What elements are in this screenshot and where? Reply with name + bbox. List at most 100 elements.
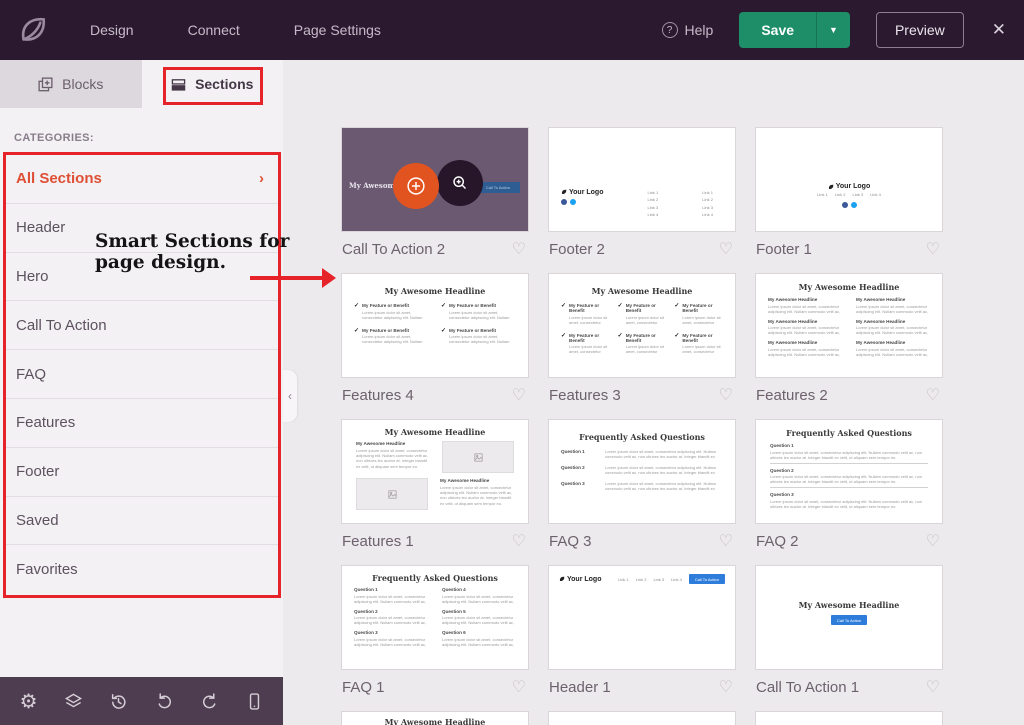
feature-item: ✓ My Feature or Benefit Lorem ipsum dolor …	[674, 333, 723, 356]
question-title: Question 6	[442, 630, 466, 635]
favorite-heart-icon[interactable]: ♡	[719, 533, 733, 550]
template-thumbnail[interactable]: Frequently Asked Questions Question 1 Lore…	[548, 419, 736, 524]
sidebar-category-all-sections[interactable]: All Sections ›	[6, 155, 278, 204]
close-icon[interactable]: ✕	[990, 16, 1008, 44]
feature-body: My Feature or Benefit Lorem ipsum dolor s…	[682, 333, 723, 356]
mini-faq-title: Frequently Asked Questions	[372, 573, 498, 583]
lorem-text: Lorem ipsum dolor sit amet, consectetur …	[605, 465, 716, 476]
placeholder-text: Lorem ipsum dolor sit amet, consectetur …	[442, 615, 516, 626]
template-thumbnail[interactable]: My Awesome HeadlineCall To Action	[341, 127, 529, 232]
category-label: Features	[16, 414, 76, 432]
feature-body: My Feature or Benefit Lorem ipsum dolor s…	[569, 333, 610, 356]
placeholder-text: Lorem ipsum dolor sit amet, consectetur …	[770, 474, 928, 484]
top-bar: Design Connect Page Settings ? Help Save ▼…	[0, 0, 1024, 60]
mobile-icon[interactable]	[242, 689, 266, 713]
preview-button[interactable]: Preview	[875, 12, 964, 48]
sidebar-category-footer[interactable]: Footer	[6, 448, 278, 497]
favorite-heart-icon[interactable]: ♡	[719, 387, 733, 404]
lorem-text: Lorem ipsum dolor sit amet, consectetur …	[770, 498, 923, 509]
image-placeholder	[356, 478, 428, 510]
favorite-heart-icon[interactable]: ♡	[926, 241, 940, 258]
undo-icon[interactable]	[152, 689, 176, 713]
mini-logo-text: Your Logo	[835, 183, 871, 190]
feature-title: My Feature or Benefit	[449, 327, 496, 333]
template-thumbnail[interactable]: My Awesome Headline ✓ My Feature or Benefi…	[341, 273, 529, 378]
template-thumbnail[interactable]: My Awesome Headline My Awesome Headline Lo…	[755, 273, 943, 378]
card-label-row: Features 2 ♡	[755, 386, 943, 405]
placeholder-text: Lorem ipsum dolor sit amet, consectetur …	[768, 347, 842, 358]
template-thumbnail[interactable]: My Awesome Headline My Awesome Headline Lo…	[341, 419, 529, 524]
placeholder-text: Lorem ipsum dolor sit amet, consectetur …	[682, 315, 723, 326]
question-title: Question 1	[354, 587, 378, 592]
mini-link: Link 2	[702, 197, 713, 203]
layers-icon[interactable]	[62, 689, 86, 713]
template-thumbnail[interactable]: Your Logo Link 1 Link 2 Link 3 Link 4 Call To…	[548, 565, 736, 670]
favorite-heart-icon[interactable]: ♡	[512, 679, 526, 696]
template-name: FAQ 1	[342, 679, 385, 696]
zoom-preview-button[interactable]	[437, 160, 483, 206]
favorite-heart-icon[interactable]: ♡	[512, 241, 526, 258]
favorite-heart-icon[interactable]: ♡	[926, 533, 940, 550]
redo-icon[interactable]	[197, 689, 221, 713]
mini-link: Link 1	[702, 189, 713, 195]
feature-title: My Awesome Headline	[768, 340, 818, 345]
sidebar-category-favorites[interactable]: Favorites	[6, 545, 278, 594]
tab-blocks[interactable]: Blocks	[0, 60, 142, 108]
mini-headline: My Awesome Headline	[384, 717, 486, 725]
lorem-text: Lorem ipsum dolor sit amet, consectetur …	[625, 314, 665, 326]
card-label-row: Features 1 ♡	[341, 532, 529, 551]
placeholder-text: Lorem ipsum dolor sit amet, consectetur …	[626, 315, 667, 326]
template-thumbnail[interactable]: Frequently Asked Questions Question 1 Lore…	[341, 565, 529, 670]
link-column: Link 1 Link 2 Link 3 Link 4	[702, 189, 713, 219]
favorite-heart-icon[interactable]: ♡	[719, 679, 733, 696]
template-thumbnail[interactable]: Frequently Asked Questions Question 1 Lore…	[755, 419, 943, 524]
feature-body: My Feature or Benefit Lorem ipsum dolor s…	[569, 303, 610, 326]
mini-link: Link 1	[618, 576, 629, 582]
feature-item: ✓ My Feature or Benefit Lorem ipsum dolor …	[354, 303, 429, 321]
favorite-heart-icon[interactable]: ♡	[512, 387, 526, 404]
template-card-faq-1: Frequently Asked Questions Question 1 Lore…	[341, 565, 529, 697]
template-thumbnail[interactable]: My Awesome Headline ✓ My Feature or Benefi…	[548, 273, 736, 378]
sidebar-category-call-to-action[interactable]: Call To Action	[6, 301, 278, 351]
favorite-heart-icon[interactable]: ♡	[512, 533, 526, 550]
question-title: Question 1	[561, 449, 585, 454]
template-thumbnail[interactable]: My Awesome Headline	[341, 711, 529, 725]
facebook-icon	[561, 198, 567, 205]
template-thumbnail[interactable]	[755, 711, 943, 725]
feature-body: My Feature or Benefit Lorem ipsum dolor s…	[626, 333, 667, 356]
placeholder-text: Lorem ipsum dolor sit amet, consectetur …	[770, 450, 928, 460]
save-button[interactable]: Save	[739, 12, 817, 48]
settings-icon[interactable]: ⚙	[17, 689, 41, 713]
add-section-button[interactable]	[393, 163, 439, 209]
feature-title: My Feature or Benefit	[682, 332, 713, 343]
placeholder-text: Lorem ipsum dolor sit amet, consectetur …	[442, 594, 516, 605]
help-button[interactable]: ? Help	[661, 22, 713, 38]
template-thumbnail[interactable]: Your Logo Link 1 Link 2 Link 3 Link 4 Link 1L…	[548, 127, 736, 232]
mini-link: Link 1	[817, 192, 828, 197]
history-icon[interactable]	[107, 689, 131, 713]
feature-text-block: My Awesome Headline Lorem ipsum dolor sit…	[856, 340, 930, 358]
save-dropdown-caret[interactable]: ▼	[816, 12, 850, 48]
categories-list: All Sections › Header Hero Call To Action FAQ…	[3, 152, 281, 598]
template-thumbnail[interactable]	[548, 711, 736, 725]
template-thumbnail[interactable]: Your Logo Link 1 Link 2 Link 3 Link 4	[755, 127, 943, 232]
sidebar-category-saved[interactable]: Saved	[6, 497, 278, 546]
template-name: Features 4	[342, 387, 414, 404]
sidebar-category-faq[interactable]: FAQ	[6, 350, 278, 399]
top-nav-page-settings[interactable]: Page Settings	[294, 22, 381, 38]
template-card-template: My Awesome Headline	[341, 711, 529, 725]
card-label-row: FAQ 1 ♡	[341, 678, 529, 697]
template-thumbnail[interactable]: My Awesome HeadlineCall To Action	[755, 565, 943, 670]
card-label-row: FAQ 2 ♡	[755, 532, 943, 551]
tab-sections[interactable]: Sections	[141, 60, 283, 108]
favorite-heart-icon[interactable]: ♡	[926, 679, 940, 696]
sidebar-collapse-handle[interactable]: ‹	[283, 370, 297, 422]
help-question-icon: ?	[661, 22, 678, 38]
favorite-heart-icon[interactable]: ♡	[719, 241, 733, 258]
sidebar-category-features[interactable]: Features	[6, 399, 278, 448]
divider	[770, 487, 928, 488]
favorite-heart-icon[interactable]: ♡	[926, 387, 940, 404]
top-nav-connect[interactable]: Connect	[188, 22, 240, 38]
top-nav-design[interactable]: Design	[90, 22, 134, 38]
faq-item: Question 1 Lorem ipsum dolor sit amet, co…	[354, 587, 428, 605]
